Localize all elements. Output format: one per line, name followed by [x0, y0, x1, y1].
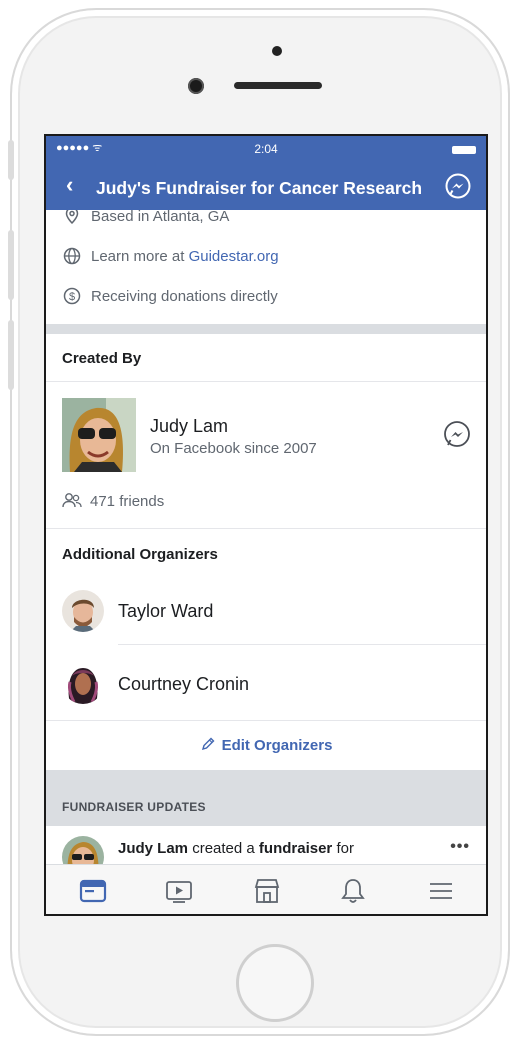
divider — [46, 528, 486, 529]
volume-down-button — [8, 320, 14, 390]
location-text: Based in Atlanta, GA — [91, 210, 230, 225]
friends-count-row: 471 friends — [62, 492, 164, 510]
donations-text: Receiving donations directly — [91, 287, 278, 305]
friends-icon — [62, 493, 82, 508]
status-time: 2:04 — [254, 142, 278, 156]
update-text: Judy Lam created a fundraiser for — [118, 840, 354, 857]
home-button[interactable] — [236, 944, 314, 1022]
navigation-row: ‹ Judy's Fundraiser for Cancer Research — [46, 168, 486, 204]
dollar-circle-icon: $ — [63, 287, 81, 305]
divider — [46, 720, 486, 721]
update-rest: for — [332, 840, 354, 857]
update-middle: created a — [188, 840, 259, 857]
fundraiser-updates-title: FUNDRAISER UPDATES — [62, 800, 206, 814]
news-feed-icon[interactable] — [78, 876, 108, 906]
chevron-left-icon[interactable]: ‹ — [66, 174, 73, 196]
edit-organizers-button[interactable]: Edit Organizers — [46, 736, 486, 754]
update-fundraiser[interactable]: fundraiser — [259, 840, 332, 857]
organizer-name[interactable]: Courtney Cronin — [118, 674, 249, 695]
fundraiser-about-content: Based in Atlanta, GA Learn more at Guide… — [46, 210, 486, 864]
section-divider — [46, 324, 486, 334]
learn-more-prefix: Learn more at — [91, 247, 189, 265]
creator-name[interactable]: Judy Lam — [150, 416, 228, 437]
globe-icon — [63, 247, 81, 265]
organizer-avatar[interactable] — [62, 662, 104, 704]
friends-count: 471 friends — [90, 492, 165, 510]
divider — [46, 381, 486, 382]
svg-text:$: $ — [69, 291, 75, 303]
organizer-name[interactable]: Taylor Ward — [118, 601, 213, 622]
created-by-title: Created By — [62, 350, 142, 367]
notifications-icon[interactable] — [338, 876, 368, 906]
front-camera — [188, 78, 204, 94]
updates-header-bar — [46, 770, 486, 826]
page-title: Judy's Fundraiser for Cancer Research — [96, 178, 423, 198]
messenger-icon[interactable] — [444, 172, 472, 200]
top-bar: ●●●●● ᯤ 2:04 ‹ Judy's Fundraiser for Can… — [46, 136, 486, 210]
creator-avatar[interactable] — [62, 398, 136, 472]
status-bar: ●●●●● ᯤ 2:04 — [46, 140, 486, 158]
phone-screen: ●●●●● ᯤ 2:04 ‹ Judy's Fundraiser for Can… — [44, 134, 488, 916]
edit-organizers-label: Edit Organizers — [221, 737, 333, 754]
learn-more-row: Learn more at Guidestar.org — [62, 244, 279, 268]
proximity-sensor — [272, 46, 282, 56]
mute-switch — [8, 140, 14, 180]
location-pin-icon — [65, 210, 79, 225]
location-row: Based in Atlanta, GA — [62, 210, 229, 228]
menu-icon[interactable] — [426, 876, 456, 906]
marketplace-icon[interactable] — [252, 876, 282, 906]
update-author[interactable]: Judy Lam — [118, 840, 188, 857]
additional-organizers-title: Additional Organizers — [62, 546, 218, 563]
more-options-icon[interactable]: ••• — [450, 838, 470, 856]
battery-icon — [452, 146, 476, 154]
update-author-avatar[interactable] — [62, 836, 104, 864]
earpiece-speaker — [234, 82, 322, 89]
donations-row: $ Receiving donations directly — [62, 284, 278, 308]
divider — [118, 644, 486, 645]
creator-subtitle: On Facebook since 2007 — [150, 440, 317, 457]
pencil-icon — [201, 737, 215, 751]
organizer-avatar[interactable] — [62, 590, 104, 632]
bottom-tab-bar — [46, 864, 486, 914]
messenger-icon[interactable] — [442, 420, 472, 450]
volume-up-button — [8, 230, 14, 300]
watch-icon[interactable] — [164, 876, 194, 906]
guidestar-link[interactable]: Guidestar.org — [189, 248, 279, 265]
